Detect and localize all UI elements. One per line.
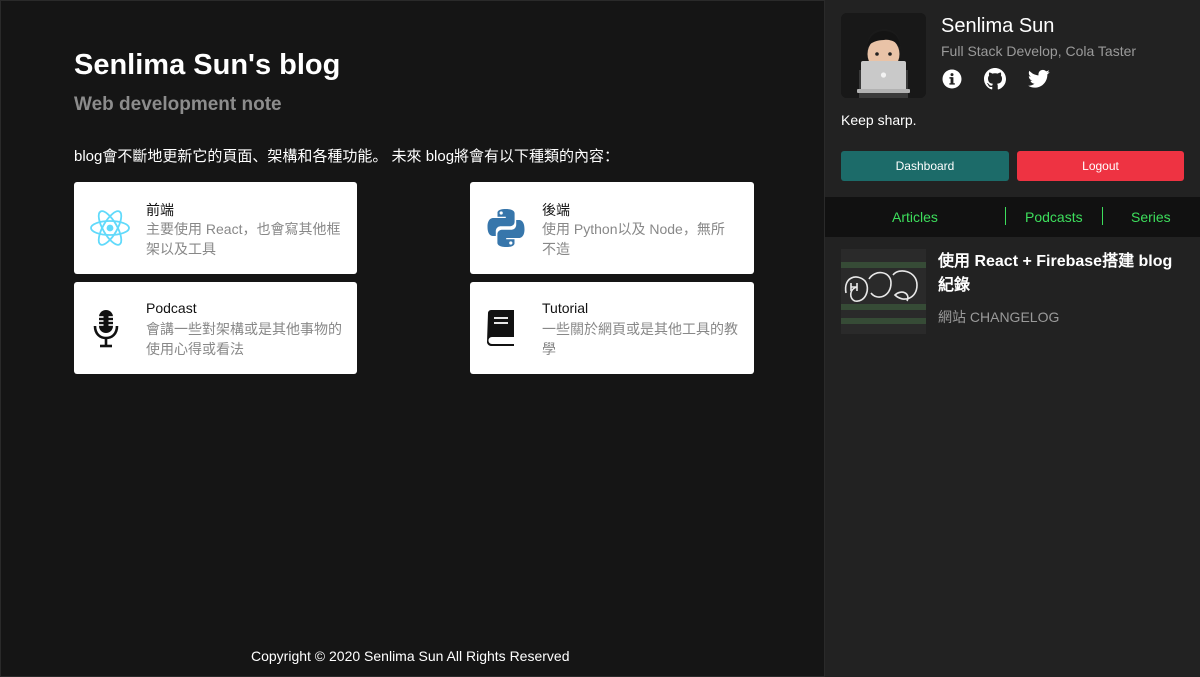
main-content: Senlima Sun's blog Web development note …: [0, 0, 825, 677]
motto-text: Keep sharp.: [841, 112, 917, 128]
copyright-footer: Copyright © 2020 Senlima Sun All Rights …: [251, 648, 570, 664]
category-card-backend[interactable]: 後端 使用 Python以及 Node，無所不造: [470, 182, 754, 274]
book-icon: [478, 306, 522, 350]
category-card-tutorial[interactable]: Tutorial 一些關於網頁或是其他工具的教學: [470, 282, 754, 374]
github-icon[interactable]: [984, 68, 1006, 90]
card-title: Tutorial: [542, 300, 589, 316]
profile-name: Senlima Sun: [941, 15, 1055, 37]
post-title[interactable]: 使用 React + Firebase搭建 blog 紀錄: [938, 250, 1188, 298]
tab-divider: [1005, 207, 1006, 225]
twitter-icon[interactable]: [1028, 68, 1050, 90]
category-card-frontend[interactable]: 前端 主要使用 React，也會寫其他框架以及工具: [74, 182, 357, 274]
logout-button[interactable]: Logout: [1017, 151, 1184, 181]
card-description: 一些關於網頁或是其他工具的教學: [542, 321, 738, 357]
post-thumbnail[interactable]: [841, 249, 926, 334]
tab-articles[interactable]: Articles: [892, 209, 938, 225]
card-title: 前端: [146, 202, 174, 218]
card-title: Podcast: [146, 300, 197, 316]
content-tabs: Articles Podcasts Series: [825, 197, 1200, 237]
card-description: 主要使用 React，也會寫其他框架以及工具: [146, 221, 341, 257]
card-description: 使用 Python以及 Node，無所不造: [542, 221, 725, 257]
info-icon[interactable]: [941, 68, 963, 90]
page-subtitle: Web development note: [74, 94, 282, 115]
avatar: [841, 13, 926, 98]
card-description: 會講一些對架構或是其他事物的使用心得或看法: [146, 321, 342, 357]
intro-text: blog會不斷地更新它的頁面、架構和各種功能。 未來 blog將會有以下種類的內…: [74, 148, 620, 165]
profile-role: Full Stack Develop, Cola Taster: [941, 43, 1137, 59]
python-icon: [484, 206, 528, 250]
tab-series[interactable]: Series: [1131, 209, 1171, 225]
page-title: Senlima Sun's blog: [74, 49, 341, 81]
card-title: 後端: [542, 202, 570, 218]
react-icon: [88, 206, 132, 250]
sidebar: Senlima Sun Full Stack Develop, Cola Tas…: [825, 0, 1200, 677]
microphone-icon: [84, 306, 128, 350]
post-category: 網站 CHANGELOG: [938, 309, 1060, 325]
tab-divider: [1102, 207, 1103, 225]
dashboard-button[interactable]: Dashboard: [841, 151, 1009, 181]
tab-podcasts[interactable]: Podcasts: [1025, 209, 1083, 225]
category-card-podcast[interactable]: Podcast 會講一些對架構或是其他事物的使用心得或看法: [74, 282, 357, 374]
